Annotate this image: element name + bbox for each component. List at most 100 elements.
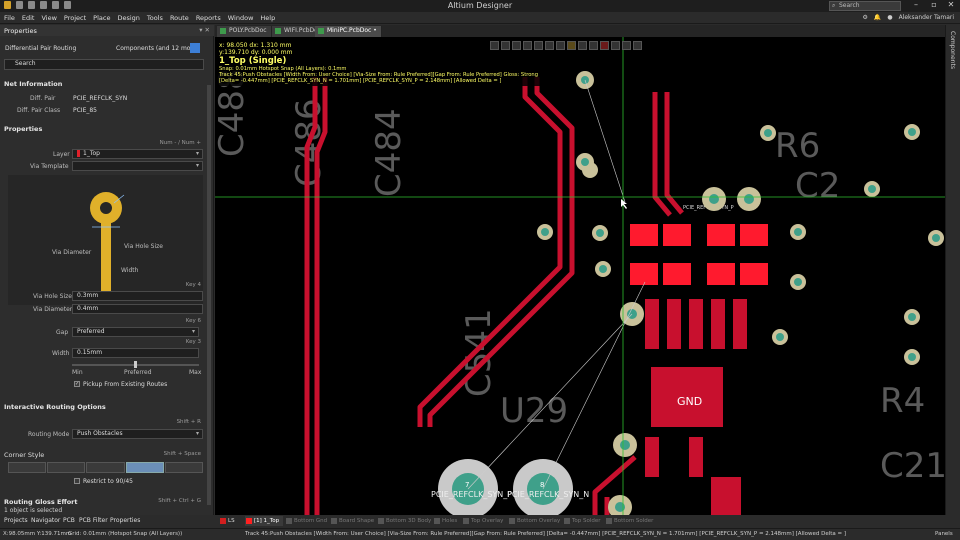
- width-slider[interactable]: [72, 361, 199, 368]
- layer-tab-bottom-3d[interactable]: Bottom 3D Body: [377, 516, 431, 526]
- pcb-canvas[interactable]: C488 C486 C484 C541 U29 R4 C21 R6 C2 GND…: [215, 37, 945, 515]
- close-button[interactable]: ✕: [945, 0, 957, 9]
- select-tool-icon[interactable]: [501, 41, 510, 50]
- diff-pair-tool-icon[interactable]: [578, 41, 587, 50]
- panel-scrollbar[interactable]: [207, 85, 211, 505]
- tab-poly[interactable]: POLY.PcbDoc: [217, 26, 272, 37]
- layer-tab-bottom-gnd[interactable]: Bottom Gnd: [285, 516, 327, 526]
- layer-tab-bottom-overlay[interactable]: Bottom Overlay: [508, 516, 560, 526]
- corner-round-button[interactable]: [164, 462, 204, 473]
- text-tool-icon[interactable]: [622, 41, 631, 50]
- via-hole-size-input[interactable]: 0.3mm: [72, 291, 203, 301]
- components-panel-tab[interactable]: Components: [949, 31, 956, 69]
- pad-7[interactable]: [707, 263, 735, 285]
- menu-edit[interactable]: Edit: [22, 14, 35, 22]
- corner-90-button[interactable]: [8, 462, 47, 473]
- via-template-label: Via Template: [30, 163, 69, 170]
- panel-tab-navigator[interactable]: Navigator: [31, 517, 60, 524]
- properties-section[interactable]: Properties: [4, 125, 42, 133]
- layer-tab-top-solder[interactable]: Top Solder: [563, 516, 601, 526]
- menu-reports[interactable]: Reports: [196, 14, 221, 22]
- gap-select[interactable]: Preferred: [72, 327, 199, 337]
- user-avatar-icon[interactable]: ●: [887, 14, 892, 21]
- panels-button[interactable]: Panels: [935, 531, 953, 537]
- pad-3[interactable]: [707, 224, 735, 246]
- layer-tab-top-overlay[interactable]: Top Overlay: [462, 516, 503, 526]
- dimension-tool-icon[interactable]: [611, 41, 620, 50]
- menu-file[interactable]: File: [4, 14, 15, 22]
- width-slider-thumb[interactable]: [134, 361, 137, 368]
- panel-tab-pcb-filter[interactable]: PCB Filter: [79, 517, 108, 524]
- notifications-bell-icon[interactable]: 🔔: [874, 14, 881, 21]
- panel-tab-properties[interactable]: Properties: [110, 517, 140, 524]
- net-information-section[interactable]: Net Information: [4, 80, 62, 88]
- layer-tab-top[interactable]: [1] 1_Top: [245, 516, 284, 526]
- pin-5[interactable]: [733, 299, 747, 349]
- layer-swatch: [286, 518, 292, 524]
- minimize-button[interactable]: –: [910, 0, 922, 9]
- panel-controls-icon[interactable]: ▾ ✕: [199, 26, 210, 34]
- corner-45-arc-button[interactable]: [86, 462, 125, 473]
- pad-4[interactable]: [740, 224, 768, 246]
- menu-view[interactable]: View: [41, 14, 56, 22]
- pad-6[interactable]: [663, 263, 691, 285]
- key6-hint: Key 6: [185, 318, 201, 324]
- menu-window[interactable]: Window: [228, 14, 254, 22]
- layer-select[interactable]: 1_Top: [72, 149, 203, 159]
- place-component-icon[interactable]: [534, 41, 543, 50]
- pad-bottom[interactable]: [711, 477, 741, 515]
- global-search-input[interactable]: ⌕ Search: [829, 1, 901, 11]
- pad-1[interactable]: [630, 224, 658, 246]
- region-tool-icon[interactable]: [600, 41, 609, 50]
- menu-design[interactable]: Design: [117, 14, 139, 22]
- menu-help[interactable]: Help: [260, 14, 275, 22]
- menu-project[interactable]: Project: [64, 14, 86, 22]
- filter-icon[interactable]: [190, 43, 200, 53]
- pad-2[interactable]: [663, 224, 691, 246]
- route-icon[interactable]: [545, 41, 554, 50]
- gloss-effort-section[interactable]: Routing Gloss Effort: [4, 498, 78, 506]
- track-diff-p[interactable]: [664, 92, 684, 215]
- pin-1[interactable]: [645, 299, 659, 349]
- panel-tab-projects[interactable]: Projects: [4, 517, 28, 524]
- pin-2[interactable]: [667, 299, 681, 349]
- corner-45-button[interactable]: [47, 462, 86, 473]
- line-tool-icon[interactable]: [633, 41, 642, 50]
- layer-tab-bottom-solder[interactable]: Bottom Solder: [605, 516, 653, 526]
- align-tool-icon[interactable]: [523, 41, 532, 50]
- pin-4[interactable]: [711, 299, 725, 349]
- pad-8[interactable]: [740, 263, 768, 285]
- filter-tool-icon[interactable]: [490, 41, 499, 50]
- interactive-route-icon[interactable]: [556, 41, 565, 50]
- width-input[interactable]: 0.15mm: [72, 348, 199, 358]
- layer-tab-holes[interactable]: Holes: [433, 516, 457, 526]
- pin-7[interactable]: [689, 437, 703, 477]
- menu-place[interactable]: Place: [93, 14, 110, 22]
- pin-3[interactable]: [689, 299, 703, 349]
- selection-filter[interactable]: Components (and 12 more): [116, 45, 199, 52]
- user-name[interactable]: Aleksander Tamari: [899, 14, 954, 21]
- maximize-button[interactable]: ▫: [928, 0, 940, 9]
- panel-tab-pcb[interactable]: PCB: [63, 517, 75, 524]
- restrict-checkbox[interactable]: [74, 478, 80, 484]
- pickup-checkbox[interactable]: ✓: [74, 381, 80, 387]
- corner-style-label: Corner Style: [4, 451, 45, 459]
- menu-tools[interactable]: Tools: [147, 14, 163, 22]
- routing-options-section[interactable]: Interactive Routing Options: [4, 403, 106, 411]
- via-template-select[interactable]: [72, 161, 203, 171]
- layer-tab-board-shape[interactable]: Board Shape: [330, 516, 374, 526]
- layer-set-tab[interactable]: LS: [219, 516, 235, 526]
- via-tool-icon[interactable]: [567, 41, 576, 50]
- routing-mode-select[interactable]: Push Obstacles: [72, 429, 203, 439]
- panel-search-input[interactable]: Search: [4, 59, 204, 70]
- menu-route[interactable]: Route: [170, 14, 189, 22]
- gap-value: Preferred: [77, 328, 105, 335]
- move-tool-icon[interactable]: [512, 41, 521, 50]
- corner-arc-button[interactable]: [125, 462, 164, 473]
- polygon-tool-icon[interactable]: [589, 41, 598, 50]
- settings-gear-icon[interactable]: ⚙: [862, 14, 867, 21]
- tab-minipc[interactable]: MiniPC.PcbDoc •: [315, 26, 382, 37]
- pin-6[interactable]: [645, 437, 659, 477]
- via-diameter-input[interactable]: 0.4mm: [72, 304, 203, 314]
- pad-5[interactable]: [630, 263, 658, 285]
